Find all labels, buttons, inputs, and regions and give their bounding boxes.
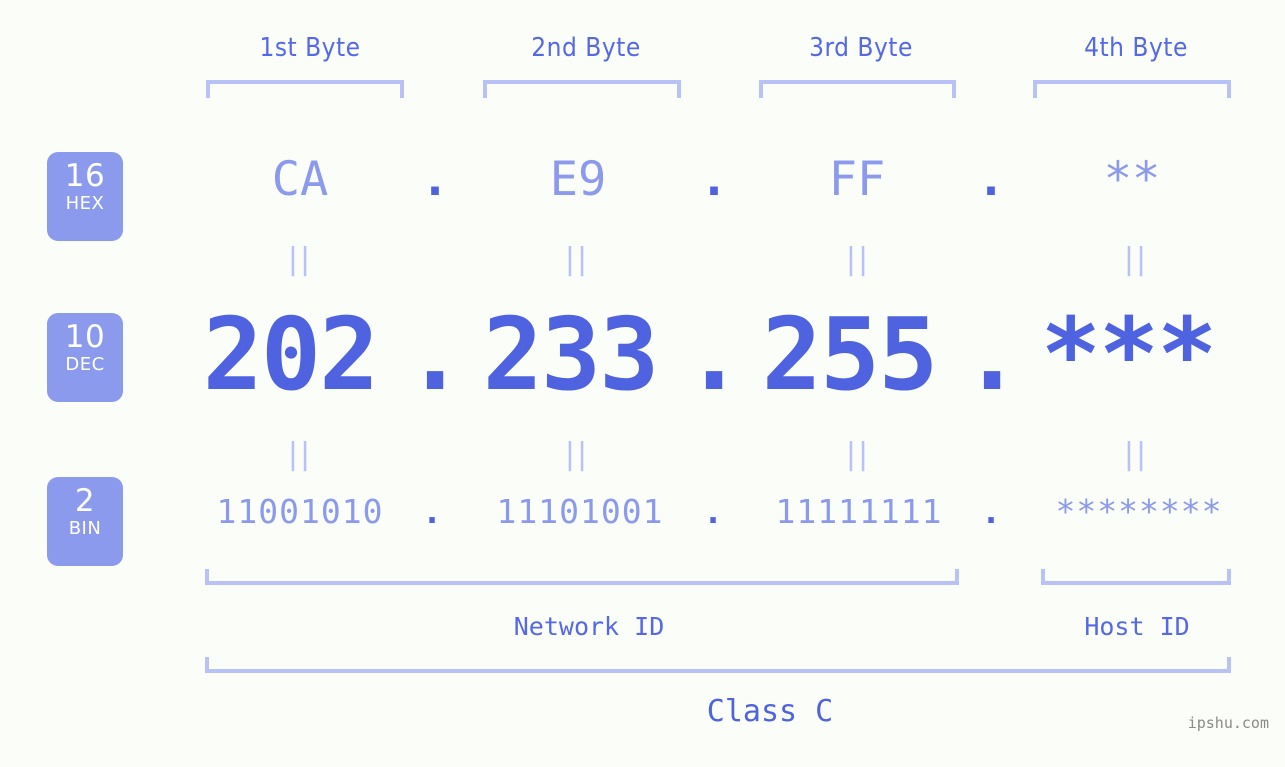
bin-separator-3: . <box>981 492 1001 531</box>
network-id-label: Network ID <box>513 612 665 641</box>
radix-badge-dec: 10 DEC <box>47 313 123 402</box>
network-id-bracket <box>205 569 959 585</box>
dec-byte-1: 202 <box>202 296 380 413</box>
byte-header-3: 3rd Byte <box>809 33 913 63</box>
class-bracket <box>205 657 1231 673</box>
dec-byte-3: 255 <box>761 296 939 413</box>
bin-byte-2: 11101001 <box>496 492 664 531</box>
hex-byte-1: CA <box>271 152 329 207</box>
equals-mark-decbin-3: || <box>845 437 871 472</box>
byte-bracket-1 <box>206 80 404 98</box>
radix-badge-bin-word: BIN <box>68 518 102 539</box>
bin-separator-2: . <box>703 492 723 531</box>
dec-byte-2: 233 <box>482 296 660 413</box>
hex-separator-2: . <box>699 152 729 207</box>
equals-mark-decbin-1: || <box>287 437 313 472</box>
hex-byte-2: E9 <box>549 152 607 207</box>
byte-bracket-2 <box>483 80 681 98</box>
equals-mark-hexdec-4: || <box>1123 242 1149 277</box>
radix-badge-hex-word: HEX <box>65 193 105 214</box>
hex-byte-3: FF <box>828 152 886 207</box>
hex-separator-1: . <box>420 152 450 207</box>
radix-badge-dec-number: 10 <box>64 319 106 355</box>
radix-badge-hex: 16 HEX <box>47 152 123 241</box>
host-id-label: Host ID <box>1084 612 1190 641</box>
radix-badge-bin: 2 BIN <box>47 477 123 566</box>
bin-byte-4: ******** <box>1055 492 1223 531</box>
host-id-bracket <box>1041 569 1231 585</box>
radix-badge-bin-number: 2 <box>74 483 96 519</box>
byte-bracket-4 <box>1033 80 1231 98</box>
equals-mark-decbin-2: || <box>564 437 590 472</box>
equals-mark-hexdec-2: || <box>564 242 590 277</box>
radix-badge-hex-number: 16 <box>64 158 106 194</box>
bin-byte-3: 11111111 <box>775 492 943 531</box>
byte-bracket-3 <box>759 80 956 98</box>
ip-breakdown-diagram: 1st Byte 2nd Byte 3rd Byte 4th Byte 16 H… <box>0 0 1285 767</box>
byte-header-1: 1st Byte <box>259 33 361 63</box>
site-watermark: ipshu.com <box>1187 714 1269 732</box>
equals-mark-decbin-4: || <box>1123 437 1149 472</box>
byte-header-2: 2nd Byte <box>531 33 641 63</box>
byte-header-4: 4th Byte <box>1084 33 1188 63</box>
equals-mark-hexdec-3: || <box>845 242 871 277</box>
hex-separator-3: . <box>976 152 1006 207</box>
bin-byte-1: 11001010 <box>216 492 384 531</box>
radix-badge-dec-word: DEC <box>65 354 105 375</box>
hex-byte-4: ** <box>1103 152 1161 207</box>
dec-byte-4: *** <box>1040 296 1218 413</box>
class-label: Class C <box>706 694 834 729</box>
equals-mark-hexdec-1: || <box>287 242 313 277</box>
bin-separator-1: . <box>422 492 442 531</box>
